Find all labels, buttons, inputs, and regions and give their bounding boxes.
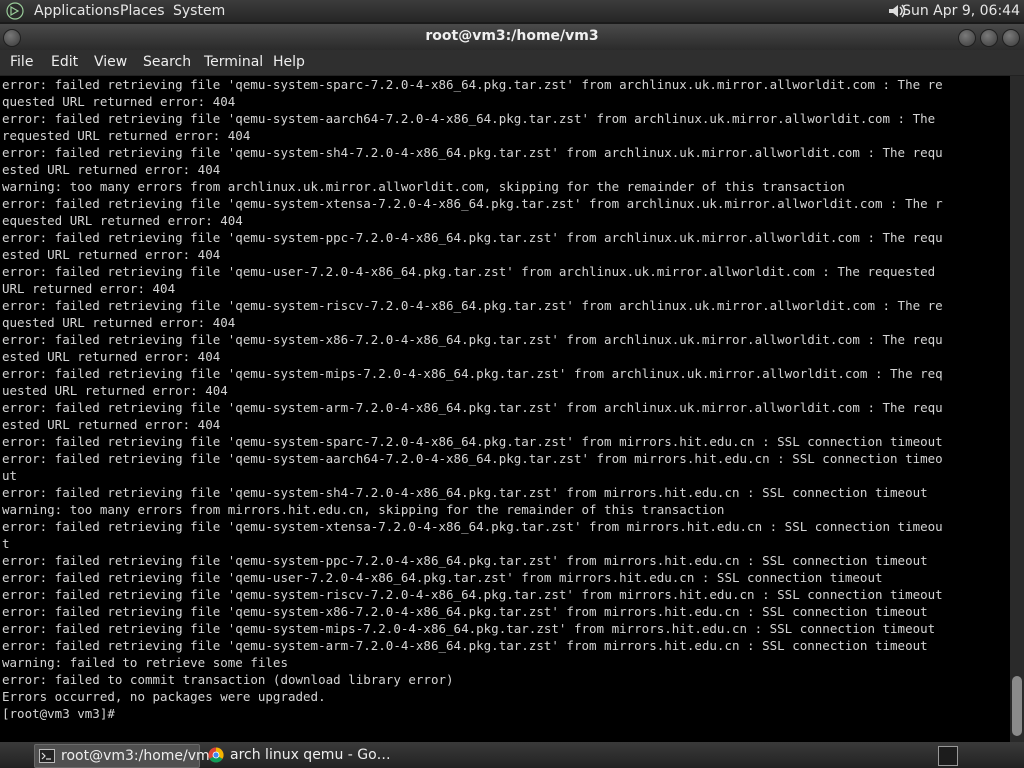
terminal-line: error: failed retrieving file 'qemu-syst… [2,621,936,636]
distro-logo-icon[interactable] [6,2,24,20]
terminal-line: error: failed retrieving file 'qemu-syst… [2,434,943,449]
menu-view[interactable]: View [94,54,127,71]
terminal-line: ested URL returned error: 404 [2,247,221,262]
terminal-line: error: failed retrieving file 'qemu-user… [2,570,883,585]
terminal-line: ut [2,468,18,483]
bottom-panel: root@vm3:/home/vm3 arch linux qemu - Go… [0,742,1024,768]
terminal-line: equested URL returned error: 404 [2,213,243,228]
minimize-button[interactable] [958,29,976,47]
system-menu[interactable]: System [173,2,225,20]
chrome-icon [208,747,224,763]
terminal-line: quested URL returned error: 404 [2,94,236,109]
terminal-line: error: failed retrieving file 'qemu-syst… [2,332,943,347]
close-button[interactable] [1002,29,1020,47]
terminal-lines: error: failed retrieving file 'qemu-syst… [2,76,943,722]
terminal-line: URL returned error: 404 [2,281,176,296]
terminal-line: error: failed retrieving file 'qemu-syst… [2,77,943,92]
applications-menu[interactable]: Applications [34,2,120,20]
places-menu[interactable]: Places [120,2,165,20]
maximize-button[interactable] [980,29,998,47]
show-desktop-button[interactable] [938,746,958,766]
terminal-scrollbar[interactable] [1010,76,1024,742]
scrollbar-thumb[interactable] [1012,676,1022,736]
terminal-line: uested URL returned error: 404 [2,383,228,398]
terminal-line: error: failed retrieving file 'qemu-syst… [2,553,928,568]
menu-help[interactable]: Help [273,54,305,71]
menubar: File Edit View Search Terminal Help [0,50,1024,76]
menu-terminal[interactable]: Terminal [204,54,263,71]
taskbar-item-label: root@vm3:/home/vm3 [61,748,219,764]
terminal-icon [39,749,55,763]
terminal-line: ested URL returned error: 404 [2,162,221,177]
terminal-line: error: failed retrieving file 'qemu-syst… [2,400,943,415]
terminal-line: [root@vm3 vm3]# [2,706,123,721]
window-title: root@vm3:/home/vm3 [425,28,599,44]
terminal-line: error: failed to commit transaction (dow… [2,672,454,687]
terminal-line: error: failed retrieving file 'qemu-syst… [2,145,943,160]
terminal-line: error: failed retrieving file 'qemu-syst… [2,196,943,211]
terminal-line: error: failed retrieving file 'qemu-syst… [2,638,928,653]
terminal-line: quested URL returned error: 404 [2,315,236,330]
terminal-line: warning: too many errors from archlinux.… [2,179,845,194]
taskbar-item-browser[interactable]: arch linux qemu - Go… [204,744,391,766]
terminal-line: error: failed retrieving file 'qemu-syst… [2,485,928,500]
menu-file[interactable]: File [10,54,33,71]
window-titlebar[interactable]: root@vm3:/home/vm3 [0,24,1024,50]
terminal-line: error: failed retrieving file 'qemu-syst… [2,111,936,126]
clock[interactable]: Sun Apr 9, 06:44 [902,2,1020,20]
terminal-line: error: failed retrieving file 'qemu-syst… [2,587,943,602]
terminal-line: error: failed retrieving file 'qemu-syst… [2,519,943,534]
terminal-line: error: failed retrieving file 'qemu-user… [2,264,936,279]
menu-edit[interactable]: Edit [51,54,78,71]
terminal-line: error: failed retrieving file 'qemu-syst… [2,604,928,619]
terminal-line: warning: failed to retrieve some files [2,655,288,670]
terminal-line: error: failed retrieving file 'qemu-syst… [2,298,943,313]
terminal-line: error: failed retrieving file 'qemu-syst… [2,230,943,245]
terminal-line: warning: too many errors from mirrors.hi… [2,502,725,517]
terminal-line: ested URL returned error: 404 [2,349,221,364]
terminal-output[interactable]: error: failed retrieving file 'qemu-syst… [0,76,1010,742]
terminal-line: requested URL returned error: 404 [2,128,251,143]
terminal-line: Errors occurred, no packages were upgrad… [2,689,326,704]
taskbar-item-terminal[interactable]: root@vm3:/home/vm3 [34,744,219,768]
terminal-line: error: failed retrieving file 'qemu-syst… [2,451,943,466]
terminal-line: error: failed retrieving file 'qemu-syst… [2,366,943,381]
taskbar-item-label: arch linux qemu - Go… [230,747,391,763]
terminal-line: ested URL returned error: 404 [2,417,221,432]
terminal-line: t [2,536,10,551]
menu-search[interactable]: Search [143,54,191,71]
top-panel: Applications Places System Sun Apr 9, 06… [0,0,1024,22]
